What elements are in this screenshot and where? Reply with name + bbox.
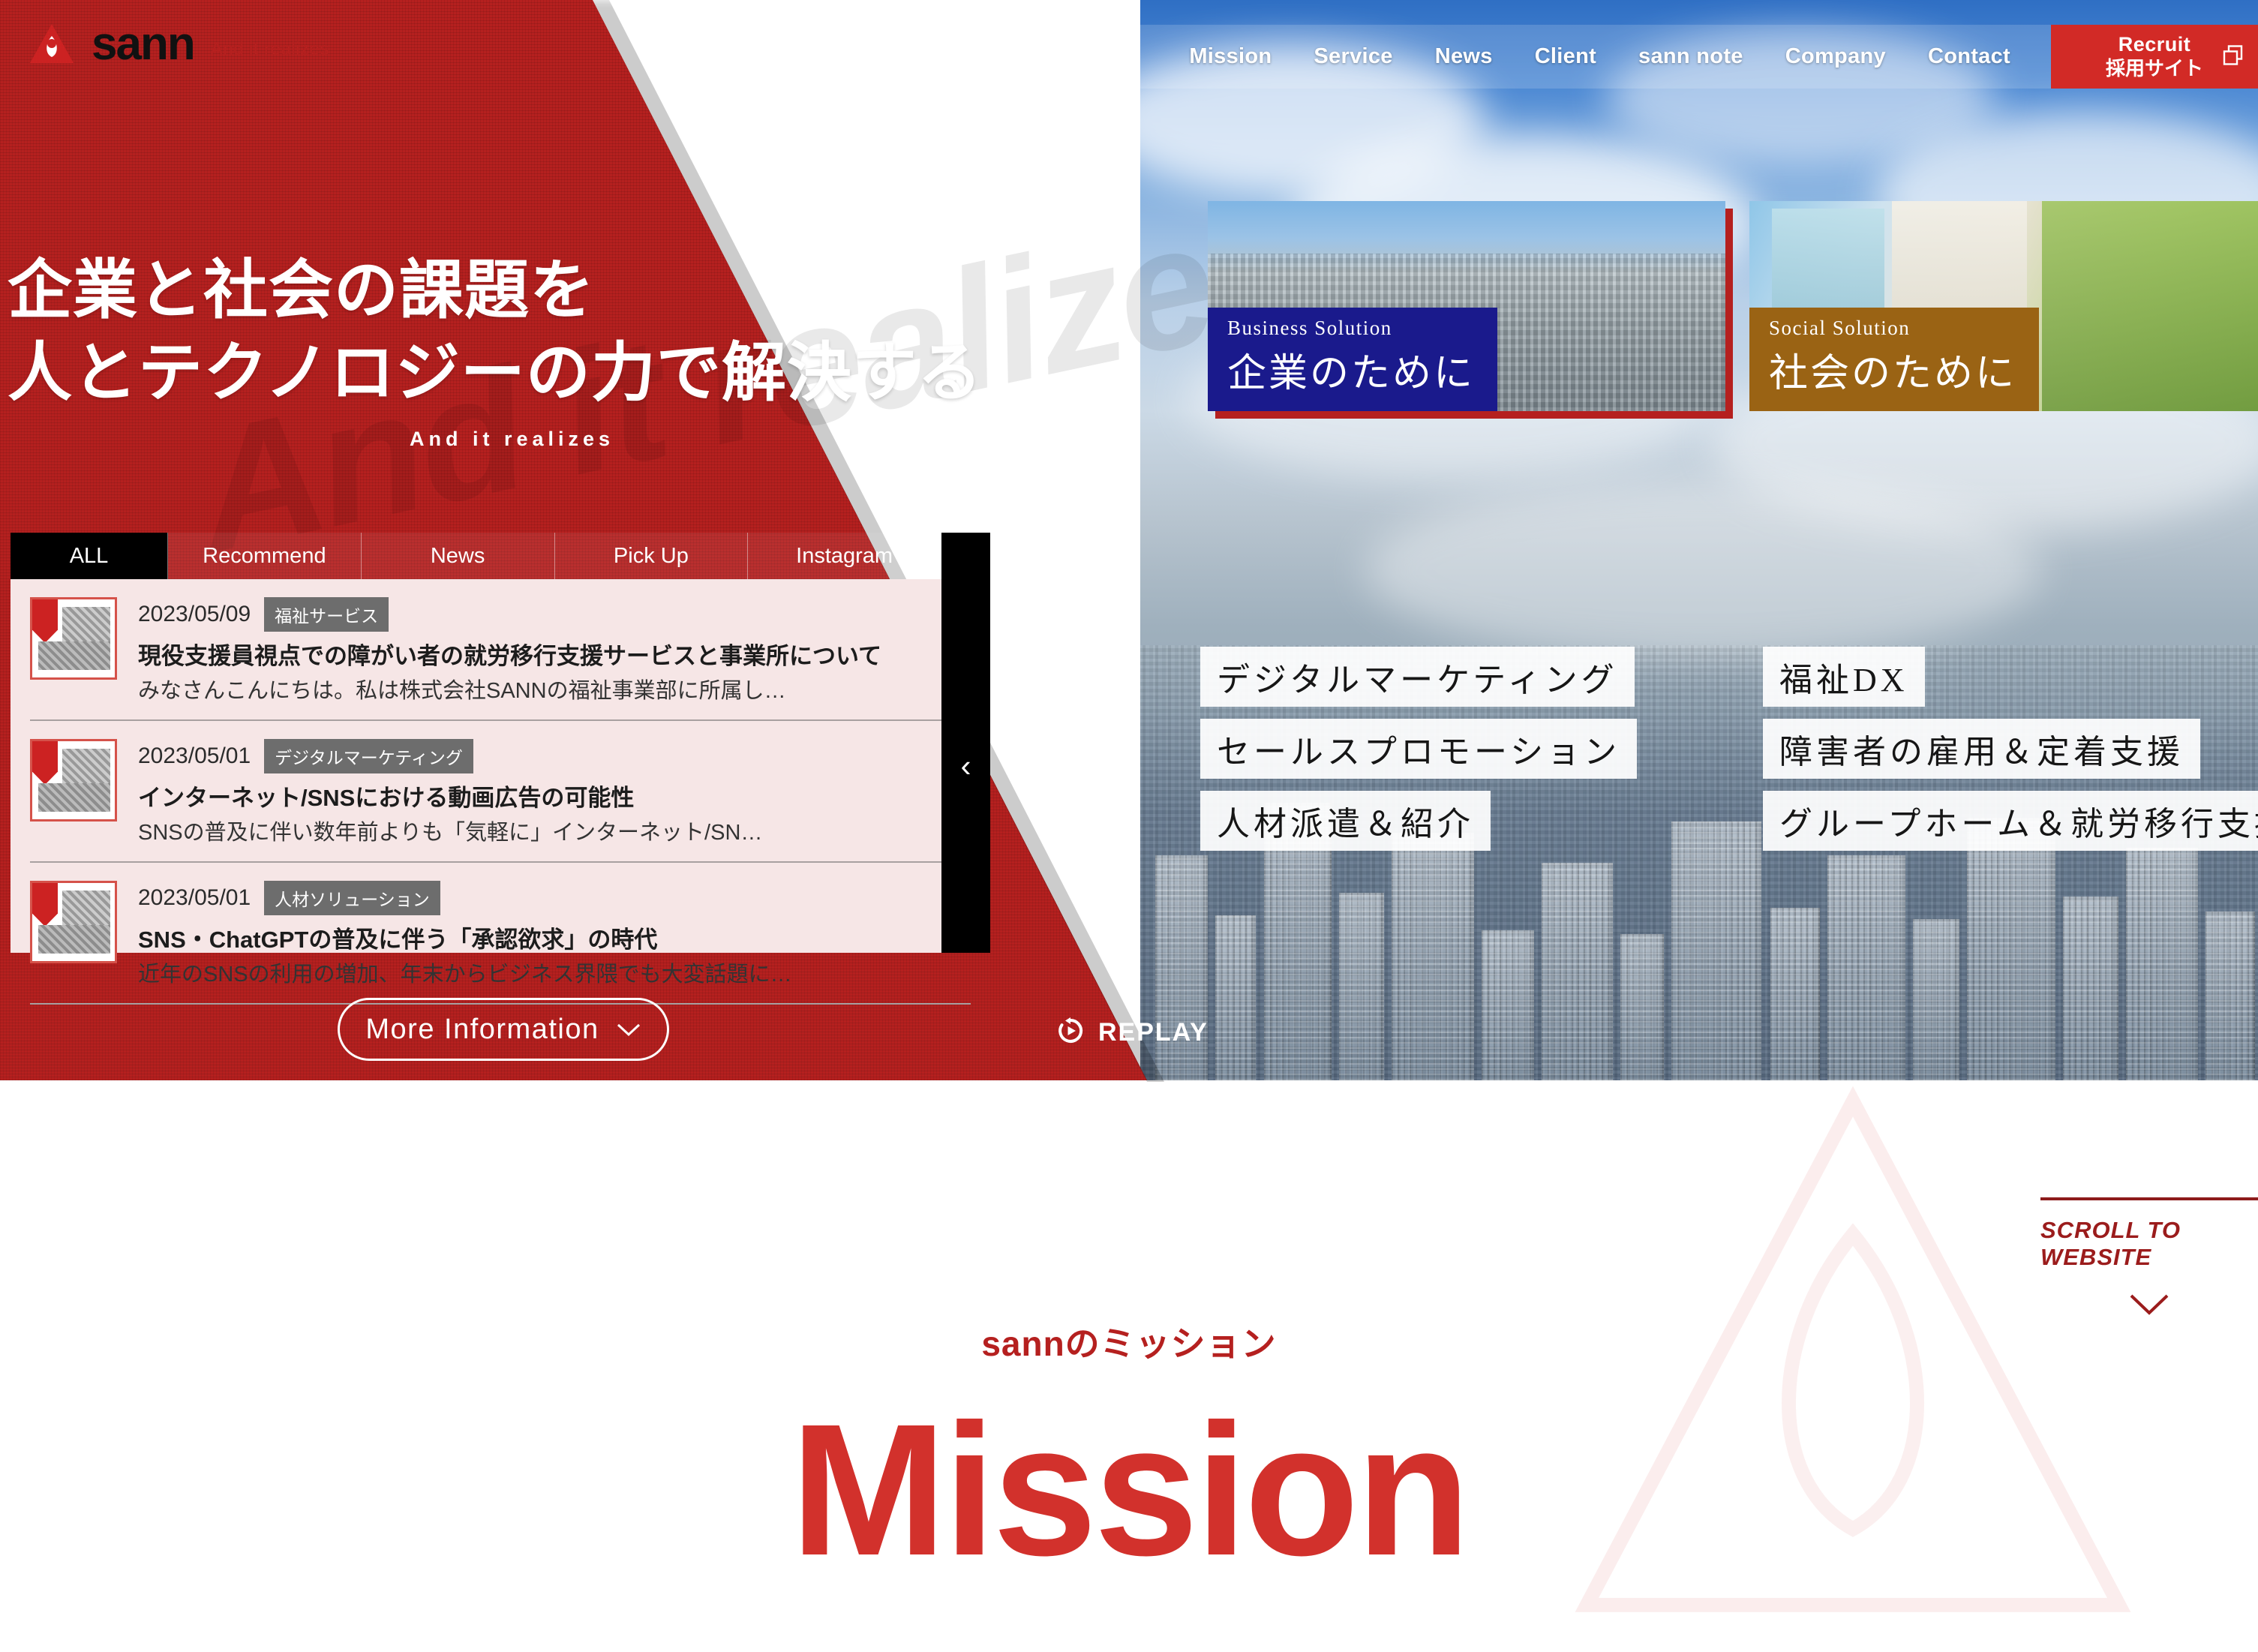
chevron-down-icon <box>616 1014 641 1046</box>
more-information-label: More Information <box>365 1013 599 1045</box>
article-thumbnail <box>30 597 117 680</box>
sann-triangle-logo-icon <box>29 21 75 68</box>
solution-jp-label: 社会のために <box>1769 353 2017 395</box>
service-tag[interactable]: 人材派遣＆紹介 <box>1200 791 1491 851</box>
mission-subtitle: sannのミッション <box>981 1324 1277 1363</box>
article-thumbnail <box>30 881 117 963</box>
solution-en-label: Social Solution <box>1769 317 1911 339</box>
tab-pick-up[interactable]: Pick Up <box>554 533 749 579</box>
more-information-button[interactable]: More Information <box>338 998 669 1061</box>
headline-line-1: 企業と社会の課題を <box>8 254 595 326</box>
news-date: 2023/05/01 <box>138 743 251 768</box>
main-navigation: Mission Service News Client sann note Co… <box>1135 25 2258 89</box>
tab-instagram[interactable]: Instagram <box>748 533 941 579</box>
news-excerpt: SNSの普及に伴い数年前よりも「気軽に」インターネット/SN… <box>138 820 763 845</box>
news-category-badge: デジタルマーケティング <box>264 739 473 773</box>
hero-background-photo <box>1140 0 2258 1080</box>
nav-links: Mission Service News Client sann note Co… <box>1135 25 2051 89</box>
scroll-label: SCROLL TO WEBSITE <box>2040 1217 2181 1270</box>
article-thumbnail <box>30 739 117 821</box>
logo-wordmark: sann <box>92 18 196 70</box>
news-panel: ALL Recommend News Pick Up Instagram 202… <box>11 533 990 1005</box>
nav-item-sann-note[interactable]: sann note <box>1617 44 1764 69</box>
scroll-indicator[interactable]: SCROLL TO WEBSITE <box>2040 1197 2258 1321</box>
headline-line-2: 人とテクノロジーの力で解決する <box>8 337 983 410</box>
news-category-badge: 人材ソリューション <box>264 881 440 915</box>
tabs-spacer <box>941 533 990 579</box>
news-title: SNS・ChatGPTの普及に伴う「承認欲求」の時代 <box>138 927 658 953</box>
nav-item-mission[interactable]: Mission <box>1168 44 1293 69</box>
chevron-left-icon: ‹ <box>960 748 971 783</box>
chevron-down-icon <box>2040 1292 2258 1321</box>
hero-headline: 企業と社会の課題を 人とテクノロジーの力で解決する And it realize… <box>8 249 983 451</box>
headline-subtitle: And it realizes <box>410 428 615 451</box>
replay-icon <box>1056 1017 1085 1049</box>
external-link-icon <box>2222 44 2244 70</box>
service-tag[interactable]: セールスプロモーション <box>1200 719 1638 779</box>
replay-button[interactable]: REPLAY <box>1056 1017 1209 1049</box>
replay-label: REPLAY <box>1098 1018 1209 1047</box>
scroll-divider <box>2040 1197 2258 1200</box>
solution-badge-social: Social Solution 社会のために <box>1749 308 2040 411</box>
tab-recommend[interactable]: Recommend <box>168 533 362 579</box>
solution-jp-label: 企業のために <box>1227 353 1476 395</box>
solution-en-label: Business Solution <box>1227 317 1392 339</box>
nav-item-client[interactable]: Client <box>1514 44 1617 69</box>
service-tag[interactable]: グループホーム＆就労移行支援 <box>1763 791 2258 851</box>
solution-badge-business: Business Solution 企業のために <box>1208 308 1498 411</box>
news-list-item[interactable]: 2023/05/01 人材ソリューション SNS・ChatGPTの普及に伴う「承… <box>30 863 971 1005</box>
tab-news[interactable]: News <box>361 533 555 579</box>
news-date: 2023/05/01 <box>138 885 251 910</box>
service-tags-social: 福祉DX 障害者の雇用＆定着支援 グループホーム＆就労移行支援 <box>1763 647 2258 851</box>
service-tag[interactable]: 障害者の雇用＆定着支援 <box>1763 719 2200 779</box>
recruit-label-en: Recruit <box>2118 33 2191 56</box>
nav-item-company[interactable]: Company <box>1764 44 1907 69</box>
nav-item-service[interactable]: Service <box>1293 44 1413 69</box>
service-tag[interactable]: 福祉DX <box>1763 647 1925 707</box>
logo-tagline: And it realizes <box>210 39 329 59</box>
solution-card-business[interactable]: Business Solution 企業のために <box>1208 201 1725 411</box>
news-title: インターネット/SNSにおける動画広告の可能性 <box>138 785 635 811</box>
service-tag[interactable]: デジタルマーケティング <box>1200 647 1635 707</box>
news-list: 2023/05/09 福祉サービス 現役支援員視点での障がい者の就労移行支援サー… <box>11 579 990 1005</box>
news-date: 2023/05/09 <box>138 602 251 626</box>
news-excerpt: みなさんこんにちは。私は株式会社SANNの福祉事業部に所属し… <box>138 678 786 703</box>
site-logo[interactable]: sann And it realizes <box>29 21 329 68</box>
page-root: Business Solution 企業のために Social Solution… <box>0 0 2258 1652</box>
news-list-item[interactable]: 2023/05/09 福祉サービス 現役支援員視点での障がい者の就労移行支援サー… <box>30 579 971 721</box>
mission-section: sannのミッション Mission <box>0 1317 2258 1584</box>
news-tabs: ALL Recommend News Pick Up Instagram <box>11 533 990 579</box>
news-prev-button[interactable]: ‹ <box>941 579 990 953</box>
news-list-item[interactable]: 2023/05/01 デジタルマーケティング インターネット/SNSにおける動画… <box>30 721 971 863</box>
news-title: 現役支援員視点での障がい者の就労移行支援サービスと事業所について <box>138 643 882 669</box>
tab-all[interactable]: ALL <box>11 533 168 579</box>
news-excerpt: 近年のSNSの利用の増加、年末からビジネス界隈でも大変話題に… <box>138 962 792 987</box>
recruit-label-jp: 採用サイト <box>2105 57 2203 80</box>
nav-item-news[interactable]: News <box>1414 44 1514 69</box>
recruit-button[interactable]: Recruit 採用サイト <box>2051 25 2258 89</box>
service-tags-business: デジタルマーケティング セールスプロモーション 人材派遣＆紹介 <box>1200 647 1638 851</box>
nav-item-contact[interactable]: Contact <box>1907 44 2031 69</box>
solution-card-social[interactable]: Social Solution 社会のために <box>1749 201 2258 411</box>
news-category-badge: 福祉サービス <box>264 597 389 632</box>
mission-title: Mission <box>790 1385 1471 1594</box>
